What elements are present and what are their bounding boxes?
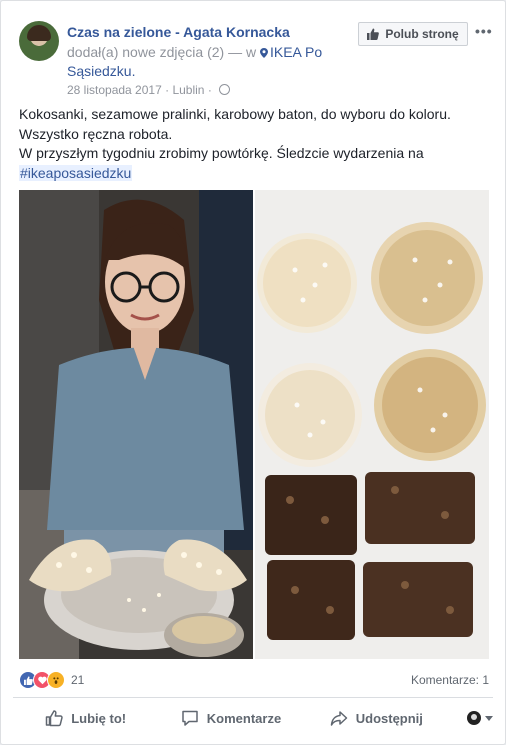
reaction-count: 21	[71, 673, 85, 687]
chevron-down-icon	[484, 715, 493, 721]
meta-separator: ·	[165, 83, 170, 97]
comments-count[interactable]: Komentarze: 1	[411, 673, 489, 687]
share-button[interactable]: Udostępnij	[304, 709, 449, 727]
post-text-line: Wszystko ręczna robota.	[19, 125, 173, 142]
post-text-line: W przyszłym tygodniu zrobimy powtórkę. Ś…	[19, 145, 424, 161]
share-as-selector[interactable]	[449, 711, 493, 725]
post-text-line: Kokosanki, sezamowe pralinki, karobowy b…	[19, 106, 451, 122]
comment-button[interactable]: Komentarze	[158, 709, 303, 727]
post-card: Czas na zielone - Agata Kornacka dodał(a…	[0, 0, 506, 745]
more-options-icon[interactable]: •••	[475, 23, 493, 39]
location-pin-icon	[259, 48, 268, 58]
post-meta: 28 listopada 2017 · Lublin ·	[67, 83, 231, 97]
divider	[13, 697, 493, 698]
post-action-line: dodał(a) nowe zdjęcia (2) — w IKEA Po Są…	[67, 43, 347, 81]
avatar[interactable]	[19, 21, 59, 61]
share-button-label: Udostępnij	[355, 710, 423, 726]
post-location[interactable]: Lublin	[172, 83, 204, 97]
comment-icon	[182, 710, 198, 726]
reactions-summary[interactable]: 21	[19, 671, 84, 689]
page-avatar-icon	[466, 711, 481, 725]
meta-separator-2: ·	[207, 83, 212, 97]
like-button[interactable]: Lubię to!	[13, 709, 158, 727]
thumbs-up-icon	[45, 710, 63, 727]
hashtag-link[interactable]: #ikeaposasiedzku	[19, 164, 133, 181]
photo-woman[interactable]	[19, 190, 253, 659]
share-icon	[330, 711, 347, 726]
like-page-button[interactable]: Polub stronę	[358, 22, 468, 46]
action-bar: Lubię to! Komentarze Udostępnij	[13, 704, 493, 732]
post-text: Kokosanki, sezamowe pralinki, karobowy b…	[19, 105, 489, 183]
like-page-label: Polub stronę	[385, 27, 459, 41]
globe-icon	[219, 84, 231, 95]
post-action: dodał(a) nowe zdjęcia (2) — w	[67, 44, 257, 60]
like-button-label: Lubię to!	[71, 710, 127, 726]
photo-woman-image	[19, 190, 253, 659]
photo-sweets-image	[255, 190, 489, 659]
post-date[interactable]: 28 listopada 2017	[67, 83, 162, 97]
comment-button-label: Komentarze	[206, 710, 282, 726]
thumbs-up-icon	[367, 28, 380, 40]
author-name[interactable]: Czas na zielone - Agata Kornacka	[67, 24, 290, 40]
wow-reaction-icon	[47, 671, 65, 689]
photo-sweets[interactable]	[255, 190, 489, 659]
